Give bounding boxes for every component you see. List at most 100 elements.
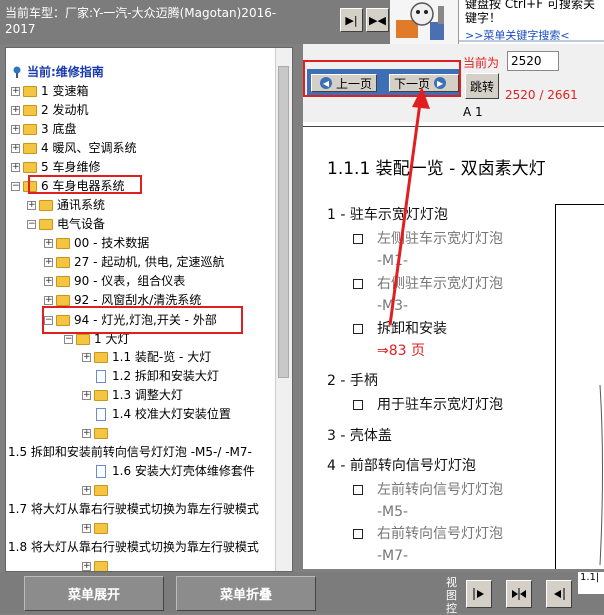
- tree-item-label: 1.2 拆卸和安装大灯: [112, 369, 219, 383]
- item-heading: 3 - 壳体盖: [327, 428, 392, 444]
- tree-item[interactable]: − 电气设备: [27, 216, 105, 232]
- tree-item-label: 电气设备: [57, 217, 106, 231]
- tree-item[interactable]: 1.8 将大灯从靠右行驶模式切换为靠左行驶模式: [8, 539, 259, 555]
- checkbox-icon: [353, 400, 363, 410]
- tree-item-label: 4 暖风、空调系统: [41, 141, 137, 155]
- folder-icon: [39, 199, 53, 211]
- tree-item[interactable]: +00 - 技术数据: [44, 235, 149, 251]
- tree-item[interactable]: +5 车身维修: [11, 159, 100, 175]
- tree-item[interactable]: +: [82, 425, 112, 441]
- collapse-icon[interactable]: −: [64, 334, 73, 344]
- tree-item[interactable]: +1.1 装配-览 - 大灯: [82, 349, 211, 365]
- expand-icon[interactable]: +: [11, 124, 20, 134]
- tree-item[interactable]: 1.5 拆卸和安装前转向信号灯灯泡 -M5-/ -M7-: [8, 444, 252, 460]
- current-page-label: 当前为: [463, 56, 500, 70]
- folder-icon: [94, 560, 108, 571]
- expand-icon[interactable]: +: [44, 257, 53, 267]
- tree-item-label: 1.4 校准大灯安装位置: [112, 407, 231, 421]
- expand-icon[interactable]: +: [82, 428, 91, 438]
- tree-item-label: 1 变速箱: [41, 84, 89, 98]
- expand-icon[interactable]: +: [27, 200, 36, 210]
- tip-divider: [459, 40, 604, 42]
- checkbox-icon: [353, 485, 363, 495]
- expand-icon[interactable]: +: [11, 105, 20, 115]
- expand-icon[interactable]: +: [44, 295, 53, 305]
- folder-icon: [94, 484, 108, 496]
- folder-icon: [56, 237, 70, 249]
- tree-item[interactable]: +: [82, 520, 112, 536]
- collapse-icon[interactable]: −: [11, 181, 20, 191]
- tree-item[interactable]: +4 暖风、空调系统: [11, 140, 136, 156]
- tree-scrollbar-thumb[interactable]: [278, 66, 289, 378]
- tree-item[interactable]: +: [82, 482, 112, 498]
- menu-collapse-button[interactable]: 菜单折叠: [176, 576, 316, 611]
- tree-item[interactable]: 1.7 将大灯从靠右行驶模式切换为靠左行驶模式: [8, 501, 259, 517]
- next-chapter-button[interactable]: ▶◀: [366, 8, 389, 32]
- assembly-diagram: [555, 204, 604, 569]
- tree-item[interactable]: +27 - 起动机, 供电, 定速巡航: [44, 254, 225, 270]
- expand-icon[interactable]: +: [11, 143, 20, 153]
- annotation-arrow: [388, 87, 430, 326]
- page-reference-link[interactable]: ⇒83 页: [377, 342, 425, 360]
- item-code: -M5-: [377, 504, 409, 520]
- tree-item-label: 1.6 安装大灯壳体维修套件: [112, 464, 255, 478]
- tree-item[interactable]: +1.3 调整大灯: [82, 387, 183, 403]
- view-fit-width-button[interactable]: [466, 580, 492, 608]
- expand-icon[interactable]: +: [44, 238, 53, 248]
- open-folder-icon: [39, 218, 53, 230]
- current-model-title: 当前车型：厂家:Y-一汽-大众迈腾(Magotan)2016-2017: [5, 6, 277, 36]
- divider: [303, 126, 604, 127]
- view-control-label: 视图控: [446, 576, 457, 615]
- tree-item-label: 3 底盘: [41, 122, 77, 136]
- tree-item[interactable]: +1 变速箱: [11, 83, 88, 99]
- document-panel: ◀上一页 下一页▶ 当前为 跳转 2520 / 2661 A 1 1.1.1 装…: [303, 44, 604, 569]
- item-text: 右前转向信号灯灯泡: [377, 526, 503, 542]
- search-tip-text: 键盘按 Ctrl+F 可搜索关键字！: [465, 0, 595, 25]
- tree-item[interactable]: +3 底盘: [11, 121, 76, 137]
- tree-root[interactable]: 当前:维修指南: [11, 64, 104, 80]
- search-tip-panel: 键盘按 Ctrl+F 可搜索关键字！ >>菜单关键字搜索<: [458, 0, 604, 44]
- checkbox-icon: [353, 234, 363, 244]
- item-code: -M7-: [377, 548, 409, 564]
- jump-button[interactable]: 跳转: [465, 73, 499, 99]
- highlight-box-lighting: [42, 306, 243, 334]
- pin-icon: [13, 66, 21, 78]
- tree-item-label: 27 - 起动机, 供电, 定速巡航: [74, 255, 225, 269]
- expand-icon[interactable]: +: [11, 86, 20, 96]
- tree-item-label: 1.8 将大灯从靠右行驶模式切换为靠左行驶模式: [8, 540, 259, 554]
- view-original-button[interactable]: [546, 580, 572, 608]
- tree-item[interactable]: 1.2 拆卸和安装大灯: [94, 368, 219, 384]
- tree-item[interactable]: 1.6 安装大灯壳体维修套件: [94, 463, 255, 479]
- footer-bar: 菜单展开 菜单折叠 视图控 1.1|: [0, 572, 604, 615]
- expand-icon[interactable]: +: [82, 561, 91, 571]
- tree-item[interactable]: + 通讯系统: [27, 197, 105, 213]
- checkbox-icon: [353, 529, 363, 539]
- expand-icon[interactable]: +: [82, 390, 91, 400]
- folder-icon: [23, 161, 37, 173]
- section-code: A 1: [463, 105, 483, 119]
- expand-icon[interactable]: +: [11, 162, 20, 172]
- view-fit-page-button[interactable]: [506, 580, 532, 608]
- expand-icon[interactable]: +: [82, 352, 91, 362]
- tree-scrollbar[interactable]: [275, 48, 292, 571]
- menu-expand-button[interactable]: 菜单展开: [24, 576, 164, 611]
- folder-icon: [23, 123, 37, 135]
- expand-icon[interactable]: +: [44, 276, 53, 286]
- expand-icon[interactable]: +: [82, 523, 91, 533]
- folder-icon: [23, 85, 37, 97]
- fit-page-icon: [512, 588, 526, 600]
- folder-icon: [94, 522, 108, 534]
- tree-item-label: 1.3 调整大灯: [112, 388, 183, 402]
- tree-item-label: 2 发动机: [41, 103, 89, 117]
- page-number-input[interactable]: [507, 51, 559, 71]
- tree-item[interactable]: +2 发动机: [11, 102, 88, 118]
- collapse-icon[interactable]: −: [27, 219, 36, 229]
- tree-item[interactable]: +90 - 仪表，组合仪表: [44, 273, 185, 289]
- page-count: 2520 / 2661: [505, 88, 578, 102]
- expand-icon[interactable]: +: [82, 485, 91, 495]
- tree-item[interactable]: 1.4 校准大灯安装位置: [94, 406, 231, 422]
- document-icon: [96, 369, 106, 383]
- prev-chapter-button[interactable]: ▶|: [340, 8, 363, 32]
- tree-item[interactable]: +: [82, 558, 112, 571]
- document-icon: [96, 464, 106, 478]
